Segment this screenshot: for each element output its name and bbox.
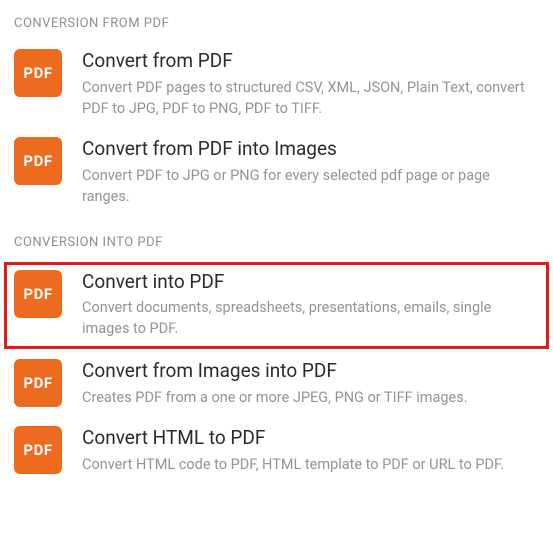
item-convert-images-into-pdf[interactable]: PDF Convert from Images into PDF Creates… [0,351,553,418]
pdf-icon: PDF [14,49,62,97]
item-title: Convert from Images into PDF [82,359,539,383]
item-desc: Creates PDF from a one or more JPEG, PNG… [82,387,539,408]
item-title: Convert HTML to PDF [82,426,539,450]
item-convert-from-pdf[interactable]: PDF Convert from PDF Convert PDF pages t… [0,41,553,129]
pdf-icon: PDF [14,137,62,185]
pdf-icon: PDF [14,270,62,318]
pdf-icon: PDF [14,359,62,407]
item-text: Convert from PDF into Images Convert PDF… [82,137,539,207]
item-text: Convert HTML to PDF Convert HTML code to… [82,426,539,475]
item-desc: Convert PDF pages to structured CSV, XML… [82,77,539,119]
item-text: Convert into PDF Convert documents, spre… [82,270,539,340]
item-text: Convert from PDF Convert PDF pages to st… [82,49,539,119]
item-convert-from-pdf-images[interactable]: PDF Convert from PDF into Images Convert… [0,129,553,217]
item-convert-into-pdf[interactable]: PDF Convert into PDF Convert documents, … [4,262,549,350]
section-header-into-pdf: CONVERSION INTO PDF [0,231,553,260]
item-text: Convert from Images into PDF Creates PDF… [82,359,539,408]
item-desc: Convert PDF to JPG or PNG for every sele… [82,165,539,207]
item-title: Convert into PDF [82,270,539,294]
item-title: Convert from PDF into Images [82,137,539,161]
section-header-from-pdf: CONVERSION FROM PDF [0,12,553,41]
pdf-icon: PDF [14,426,62,474]
item-desc: Convert documents, spreadsheets, present… [82,297,539,339]
item-desc: Convert HTML code to PDF, HTML template … [82,454,539,475]
item-title: Convert from PDF [82,49,539,73]
item-convert-html-to-pdf[interactable]: PDF Convert HTML to PDF Convert HTML cod… [0,418,553,485]
